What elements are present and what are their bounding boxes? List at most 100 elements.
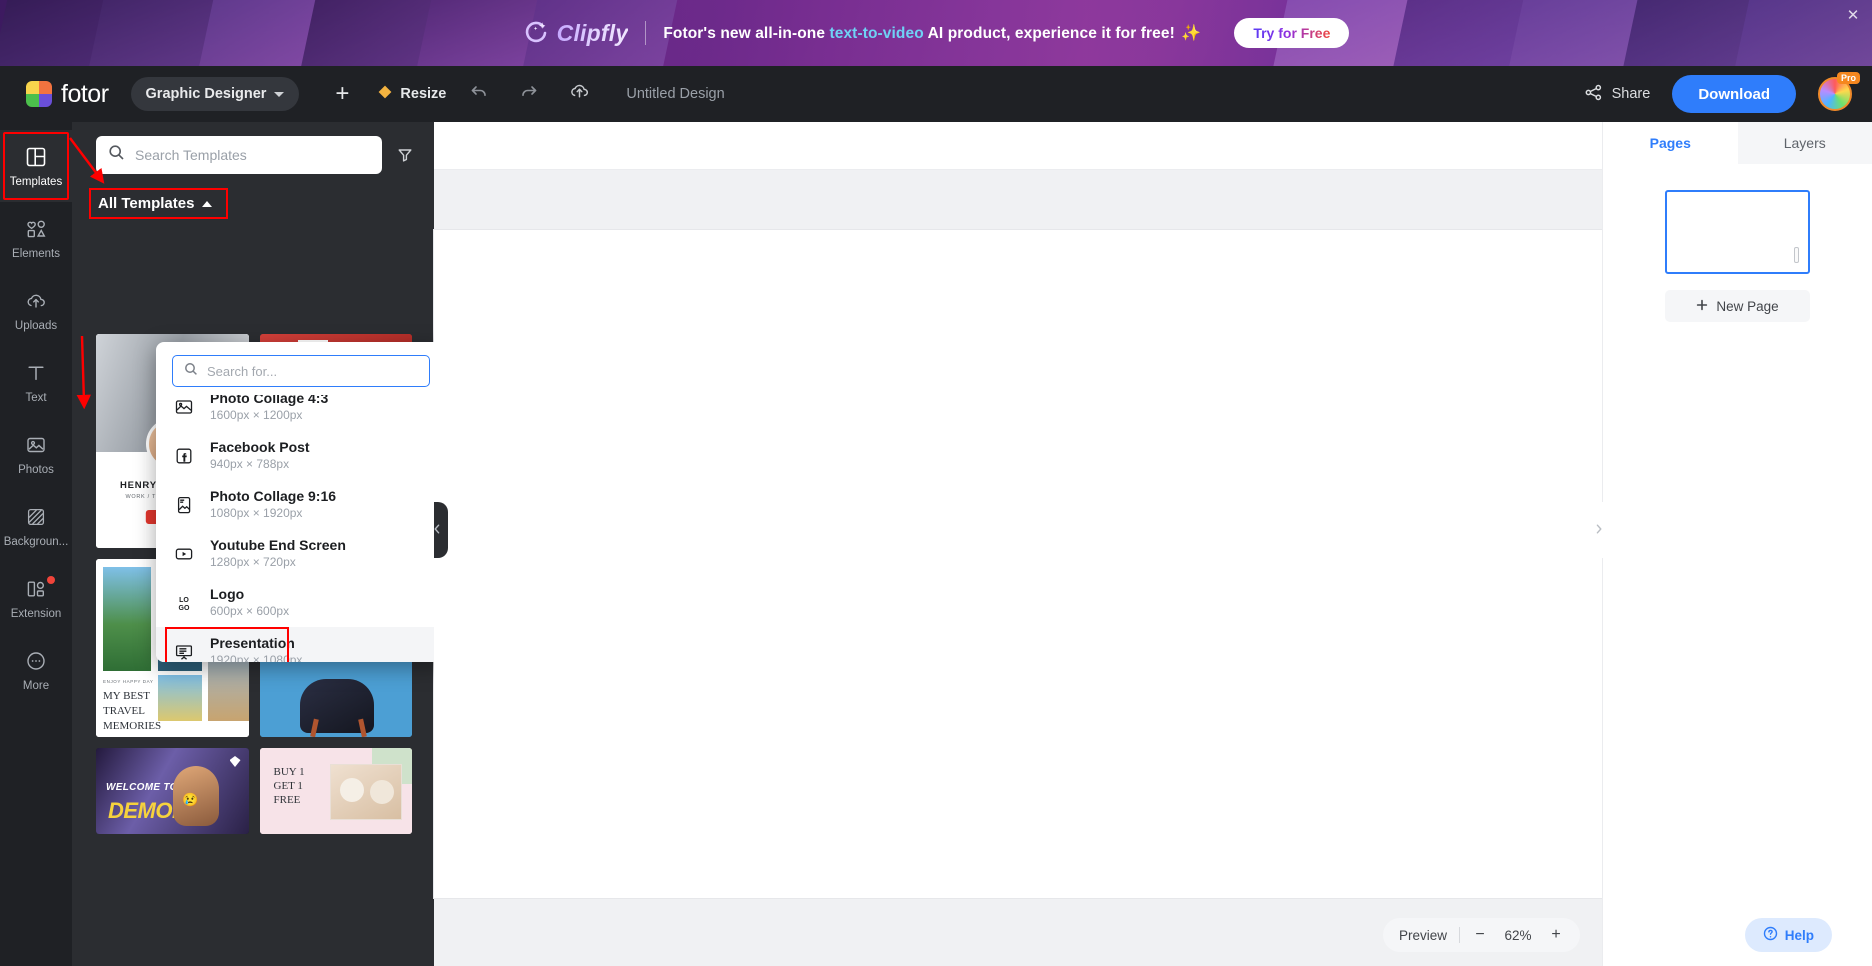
tab-pages[interactable]: Pages (1603, 122, 1738, 164)
user-avatar[interactable]: Pro (1818, 72, 1860, 111)
templates-panel: All Templates HENRY PATTERSON WORK / TRA… (72, 122, 434, 966)
chevron-down-icon (274, 91, 285, 97)
sidebar-item-more[interactable]: More (0, 634, 72, 706)
mode-selector[interactable]: Graphic Designer (130, 77, 300, 111)
new-page-button[interactable]: New Page (1665, 290, 1810, 322)
template-size-dropdown: Photo Collage 4:3 1600px × 1200px (156, 342, 434, 662)
sidebar-item-uploads[interactable]: Uploads (0, 274, 72, 346)
fotor-logo[interactable]: fotor (26, 80, 109, 109)
search-templates-box[interactable] (96, 136, 382, 174)
dropdown-item-size: 1920px × 1080px (210, 652, 303, 662)
resize-label: Resize (400, 86, 447, 102)
promo-text-highlight: text-to-video (829, 25, 924, 42)
dropdown-item-size: 1600px × 1200px (210, 407, 303, 422)
uploads-icon (24, 289, 48, 313)
zoom-divider (1459, 927, 1460, 943)
dropdown-item-facebook-post[interactable]: Facebook Post 940px × 788px (156, 431, 434, 480)
dropdown-item-photo-collage-43[interactable]: Photo Collage 4:3 1600px × 1200px (156, 395, 434, 431)
promo-divider (645, 21, 647, 45)
dropdown-item-size: 600px × 600px (210, 603, 290, 618)
redo-button[interactable] (512, 77, 546, 111)
sidebar-label-templates: Templates (9, 175, 63, 188)
dropdown-search-input[interactable] (207, 363, 418, 379)
fotor-editor-window: Clipfly Fotor's new all-in-one text-to-v… (0, 0, 1872, 966)
clipfly-mark-icon (523, 20, 549, 46)
dropdown-item-name: Logo (210, 586, 245, 603)
dropdown-item-name: Facebook Post (210, 439, 310, 456)
redo-icon (519, 82, 539, 107)
sidebar-item-photos[interactable]: Photos (0, 418, 72, 490)
sidebar-label-text: Text (25, 391, 47, 404)
dropdown-item-size: 1080px × 1920px (210, 505, 303, 520)
collapse-right-panel-button[interactable] (1588, 502, 1610, 558)
canvas-background[interactable] (434, 170, 1636, 966)
share-nodes-icon (1584, 83, 1603, 106)
sidebar-label-elements: Elements (12, 247, 60, 260)
sidebar-item-templates[interactable]: Templates (0, 130, 72, 202)
all-templates-label: All Templates (98, 195, 195, 212)
try-for-free-label: Try for Free (1253, 25, 1331, 41)
all-templates-dropdown-toggle[interactable]: All Templates (88, 188, 229, 219)
add-page-button[interactable]: + (325, 77, 359, 111)
svg-text:LO: LO (179, 597, 189, 604)
zoom-value: 62% (1504, 927, 1532, 943)
undo-icon (469, 82, 489, 107)
sidebar-label-extension: Extension (10, 607, 62, 620)
page-thumbnail[interactable] (1665, 190, 1810, 274)
photos-icon (24, 433, 48, 457)
zoom-out-button[interactable]: − (1472, 926, 1488, 944)
promo-text-after: AI product, experience it for free! (923, 25, 1175, 42)
zoom-in-button[interactable]: + (1548, 926, 1564, 944)
search-icon (184, 362, 198, 381)
dropdown-item-youtube-end-screen[interactable]: Youtube End Screen 1280px × 720px (156, 529, 434, 578)
logo-icon: LO GO (172, 591, 196, 615)
template-thumb-welcome-demon[interactable]: WELCOME TO THE DEMON 😢 (96, 748, 249, 834)
close-icon[interactable]: ✕ (1844, 7, 1862, 25)
chevron-right-icon (1594, 523, 1604, 538)
try-for-free-button[interactable]: Try for Free (1234, 18, 1350, 48)
promo-text-before: Fotor's new all-in-one (663, 25, 830, 42)
page-cursor-icon (1794, 247, 1799, 263)
dropdown-item-size: 1280px × 720px (210, 554, 296, 569)
diamond-icon (377, 84, 393, 104)
pro-badge: Pro (1836, 72, 1860, 84)
preview-button[interactable]: Preview (1399, 928, 1447, 943)
download-button[interactable]: Download (1672, 75, 1796, 113)
canvas-toolbar (434, 122, 1602, 170)
tab-pages-label: Pages (1649, 135, 1691, 151)
cloud-upload-button[interactable] (562, 77, 596, 111)
tab-layers[interactable]: Layers (1737, 122, 1872, 164)
thumb-kicker: ENJOY HAPPY DAY (103, 679, 154, 684)
dropdown-item-photo-collage-916[interactable]: Photo Collage 9:16 1080px × 1920px (156, 480, 434, 529)
undo-button[interactable] (462, 77, 496, 111)
dropdown-item-size: 940px × 788px (210, 456, 290, 471)
zoom-controls: Preview − 62% + (1382, 918, 1580, 952)
sidebar-item-extension[interactable]: Extension (0, 562, 72, 634)
dropdown-item-logo[interactable]: LO GO Logo 600px × 600px (156, 578, 434, 627)
template-thumb-bogo[interactable]: BUY 1 GET 1 FREE (259, 748, 412, 834)
presentation-icon (172, 640, 196, 662)
dropdown-list[interactable]: Photo Collage 4:3 1600px × 1200px Facebo… (156, 395, 434, 662)
cloud-upload-icon (569, 81, 590, 107)
right-panel-tabs: Pages Layers (1603, 122, 1872, 164)
sparkle-icon: ✨ (1181, 25, 1202, 42)
filter-icon[interactable] (392, 142, 418, 168)
sidebar-item-elements[interactable]: Elements (0, 202, 72, 274)
sidebar-item-text[interactable]: Text (0, 346, 72, 418)
plus-icon: + (335, 80, 350, 107)
photo-collage-v-icon (172, 493, 196, 517)
sidebar-item-background[interactable]: Backgroun... (0, 490, 72, 562)
youtube-icon (172, 542, 196, 566)
download-label: Download (1698, 85, 1770, 103)
design-page[interactable] (434, 230, 1636, 898)
document-title[interactable]: Untitled Design (626, 86, 724, 102)
dropdown-search-box[interactable] (172, 355, 430, 387)
resize-button[interactable]: Resize (377, 84, 446, 104)
share-button[interactable]: Share (1584, 83, 1650, 106)
search-icon (108, 144, 125, 166)
app-toolbar: fotor Graphic Designer + Resize Untitled… (0, 66, 1872, 122)
help-button[interactable]: Help (1744, 918, 1832, 952)
search-templates-input[interactable] (135, 147, 370, 163)
dropdown-item-presentation[interactable]: Presentation 1920px × 1080px (156, 627, 434, 662)
plus-icon (1696, 299, 1708, 314)
